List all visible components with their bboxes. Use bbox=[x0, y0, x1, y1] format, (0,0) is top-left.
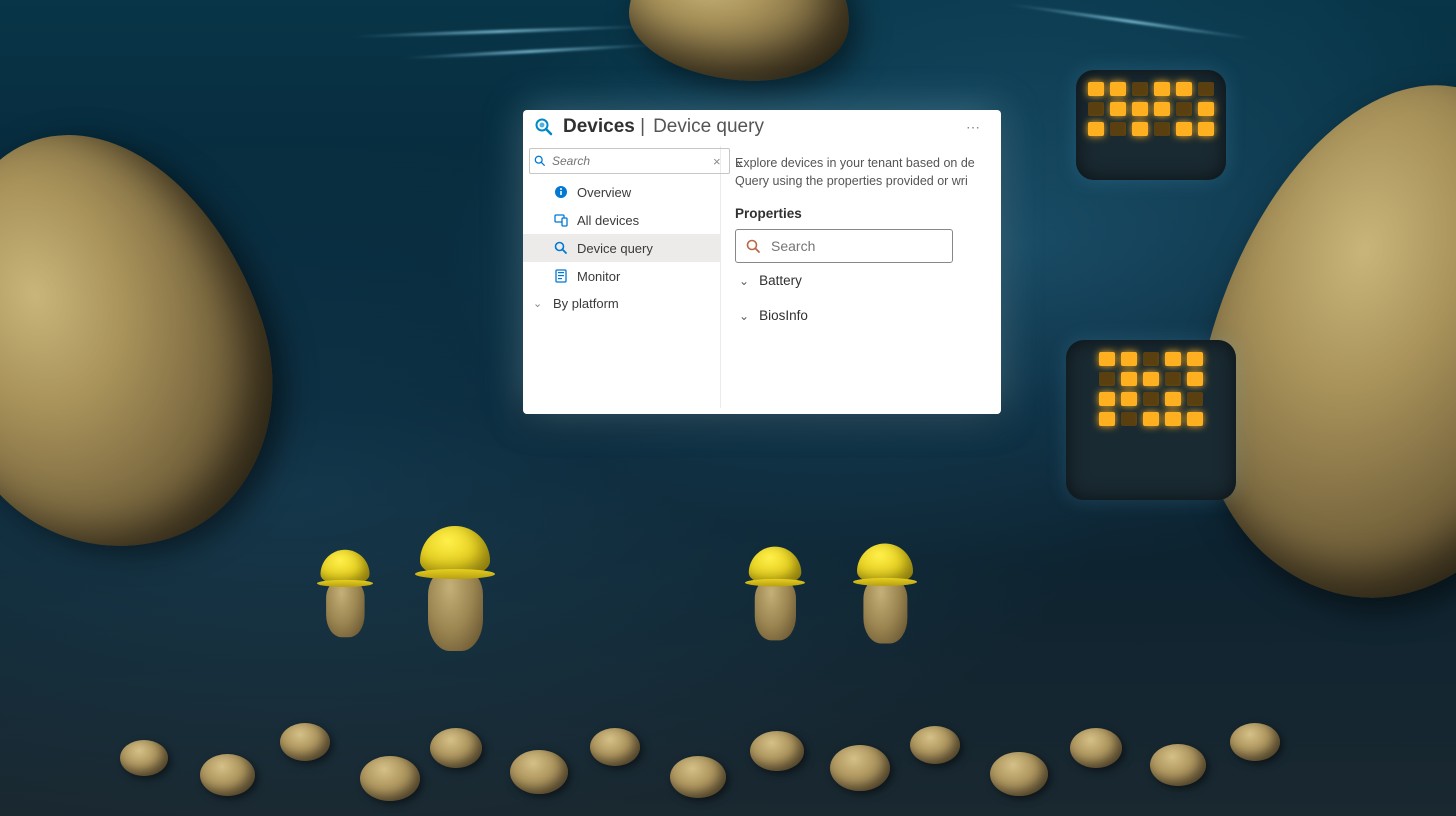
search-icon bbox=[534, 155, 546, 167]
app-header: Devices | Device query ⋯ bbox=[523, 110, 1001, 146]
sidebar-item-label: By platform bbox=[553, 296, 619, 311]
property-label: Battery bbox=[759, 273, 802, 288]
page-subtitle: Device query bbox=[653, 116, 764, 138]
sidebar-item-by-platform[interactable]: ⌄ By platform bbox=[523, 290, 720, 317]
sidebar-item-label: Monitor bbox=[577, 269, 620, 284]
search-icon bbox=[746, 239, 761, 254]
sidebar-search-input[interactable] bbox=[552, 154, 709, 168]
title-devices: Devices bbox=[563, 116, 635, 137]
search-icon bbox=[553, 240, 569, 256]
sidebar-search[interactable]: × bbox=[529, 148, 730, 174]
sidebar-item-label: Overview bbox=[577, 185, 631, 200]
floor-peanuts bbox=[0, 616, 1456, 816]
sidebar-item-all-devices[interactable]: All devices bbox=[523, 206, 720, 234]
monitor-icon bbox=[553, 268, 569, 284]
chevron-down-icon: ⌄ bbox=[739, 274, 749, 288]
title-separator: | bbox=[640, 116, 645, 137]
properties-search-input[interactable] bbox=[771, 238, 952, 254]
sidebar-item-monitor[interactable]: Monitor bbox=[523, 262, 720, 290]
robot-led-panel bbox=[1076, 70, 1226, 180]
sidebar-item-overview[interactable]: Overview bbox=[523, 178, 720, 206]
worker-figure bbox=[321, 550, 370, 638]
chevron-down-icon: ⌄ bbox=[533, 297, 545, 310]
sidebar-item-label: All devices bbox=[577, 213, 639, 228]
property-item-battery[interactable]: ⌄ Battery bbox=[735, 263, 1001, 298]
more-actions-button[interactable]: ⋯ bbox=[958, 117, 989, 138]
properties-heading: Properties bbox=[735, 206, 1001, 221]
app-window: Devices | Device query ⋯ × « bbox=[523, 110, 1001, 414]
properties-search[interactable] bbox=[735, 229, 953, 263]
sidebar-item-label: Device query bbox=[577, 241, 653, 256]
info-icon bbox=[553, 184, 569, 200]
worker-figure bbox=[857, 544, 913, 644]
description-text: Explore devices in your tenant based on … bbox=[735, 154, 1001, 190]
worker-figure bbox=[420, 526, 490, 651]
devices-icon bbox=[553, 212, 569, 228]
page-title: Devices | bbox=[563, 116, 645, 138]
property-item-biosinfo[interactable]: ⌄ BiosInfo bbox=[735, 298, 1001, 333]
property-label: BiosInfo bbox=[759, 308, 808, 323]
robot-led-panel bbox=[1066, 340, 1236, 500]
sidebar: × « Overview All devices bbox=[523, 146, 721, 408]
chevron-down-icon: ⌄ bbox=[739, 309, 749, 323]
worker-figure bbox=[749, 547, 802, 641]
main-panel: Explore devices in your tenant based on … bbox=[721, 146, 1001, 408]
sidebar-item-device-query[interactable]: Device query bbox=[523, 234, 720, 262]
device-query-icon bbox=[533, 116, 555, 138]
